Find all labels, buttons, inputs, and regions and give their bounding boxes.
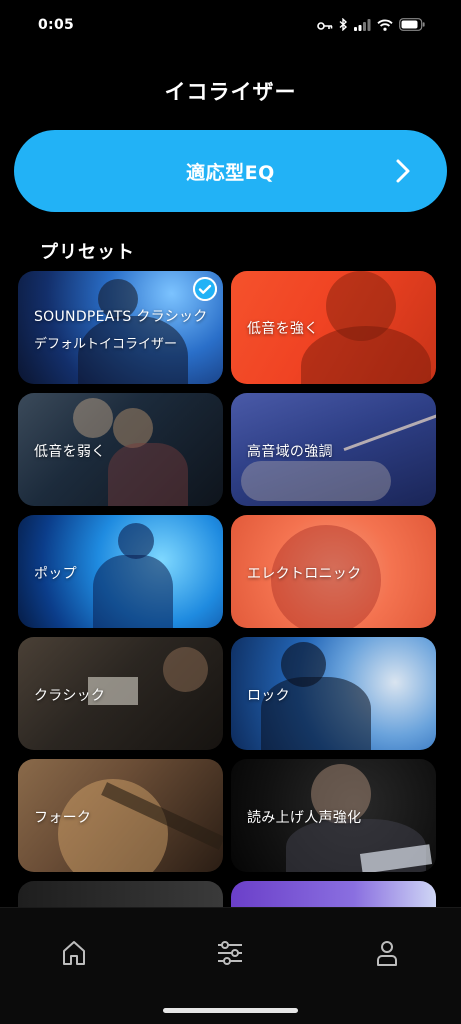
orchestra-silhouette <box>163 647 208 692</box>
home-icon[interactable] <box>59 938 89 968</box>
card-background <box>231 881 436 907</box>
preset-card-treble-boost[interactable]: 高音域の強調 <box>231 393 436 506</box>
preset-label: 低音を強く <box>247 321 319 337</box>
preset-label: 低音を弱く <box>34 444 106 460</box>
card-background <box>18 881 223 907</box>
preset-sublabel: デフォルトイコライザー <box>34 337 178 352</box>
preset-card-bass-reduce[interactable]: 低音を弱く <box>18 393 223 506</box>
drum-shape <box>241 461 391 501</box>
preset-card-electronic[interactable]: エレクトロニック <box>231 515 436 628</box>
producer-silhouette <box>113 408 153 448</box>
chevron-right-icon <box>395 158 411 188</box>
home-indicator <box>163 1008 298 1013</box>
preset-card-voice-enhance[interactable]: 読み上げ人声強化 <box>231 759 436 872</box>
page-title: イコライザー <box>164 80 297 104</box>
battery-icon <box>399 16 425 35</box>
preset-card-partial[interactable] <box>18 881 223 907</box>
vpn-key-icon <box>317 16 333 35</box>
preset-label: フォーク <box>34 810 92 826</box>
bluetooth-icon <box>339 16 348 35</box>
preset-card-bass-boost[interactable]: 低音を強く <box>231 271 436 384</box>
preset-label: クラシック <box>34 688 106 704</box>
sliders-icon[interactable] <box>215 938 245 968</box>
preset-label: SOUNDPEATS クラシック <box>34 309 208 325</box>
profile-icon[interactable] <box>372 938 402 968</box>
status-time: 0:05 <box>38 17 75 33</box>
preset-card-rock[interactable]: ロック <box>231 637 436 750</box>
preset-card-partial[interactable] <box>231 881 436 907</box>
adaptive-eq-button[interactable]: 適応型EQ <box>14 130 447 212</box>
preset-card-pop[interactable]: ポップ <box>18 515 223 628</box>
singer-silhouette <box>93 555 173 628</box>
status-icons <box>317 16 425 35</box>
selected-check-icon <box>193 277 217 301</box>
singer-silhouette <box>118 523 154 559</box>
preset-card-folk[interactable]: フォーク <box>18 759 223 872</box>
preset-label: ロック <box>247 688 290 704</box>
wifi-icon <box>377 16 393 35</box>
preset-label: エレクトロニック <box>247 566 362 582</box>
presets-section-title: プリセット <box>40 242 135 263</box>
preset-card-soundpeats-classic[interactable]: SOUNDPEATS クラシック デフォルトイコライザー <box>18 271 223 384</box>
status-bar: 0:05 <box>0 0 461 50</box>
producer-silhouette <box>108 443 188 506</box>
preset-label: ポップ <box>34 566 77 582</box>
signal-icon <box>354 16 371 35</box>
preset-card-classical[interactable]: クラシック <box>18 637 223 750</box>
producer-silhouette <box>73 398 113 438</box>
preset-label: 読み上げ人声強化 <box>247 810 362 826</box>
adaptive-eq-label: 適応型EQ <box>186 161 275 184</box>
bottom-nav <box>0 908 461 1024</box>
preset-label: 高音域の強調 <box>247 444 333 460</box>
